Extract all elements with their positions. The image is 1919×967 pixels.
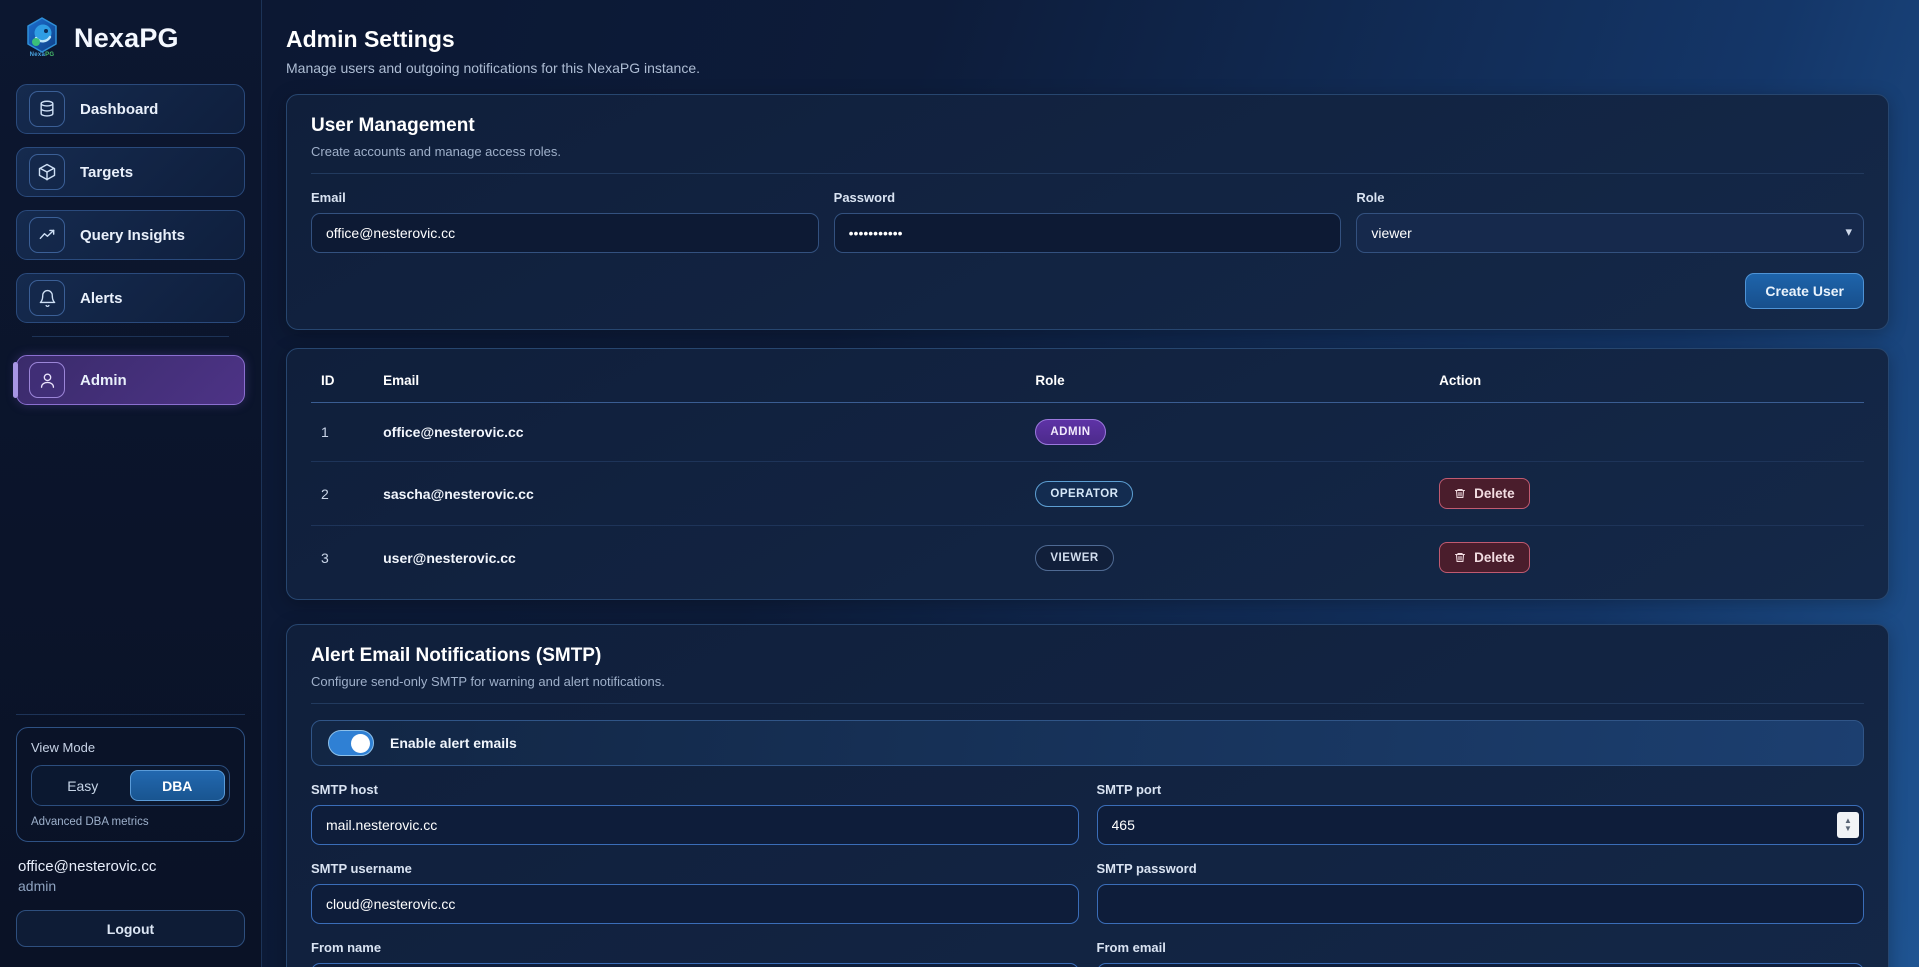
smtp-username-input[interactable] [311, 884, 1079, 924]
user-management-title: User Management [311, 115, 1864, 137]
user-email: sascha@nesterovic.cc [373, 462, 1025, 526]
person-icon [29, 362, 65, 398]
enable-alerts-row: Enable alert emails [311, 720, 1864, 766]
sidebar-item-label: Dashboard [80, 101, 158, 118]
user-id: 2 [311, 462, 373, 526]
role-badge: OPERATOR [1035, 481, 1133, 507]
from-name-input[interactable] [311, 963, 1079, 967]
table-header-row: ID Email Role Action [311, 357, 1864, 403]
create-user-button[interactable]: Create User [1745, 273, 1864, 309]
trash-icon [1454, 487, 1466, 500]
smtp-card: Alert Email Notifications (SMTP) Configu… [286, 624, 1889, 967]
sidebar-nav: Dashboard Targets Query Insights [0, 70, 261, 418]
column-header-email: Email [373, 357, 1025, 403]
smtp-username-label: SMTP username [311, 861, 1079, 876]
sidebar-item-label: Alerts [80, 290, 123, 307]
app-title: NexaPG [74, 23, 179, 54]
new-user-role-select[interactable]: viewer [1356, 213, 1864, 253]
bell-icon [29, 280, 65, 316]
delete-user-button[interactable]: Delete [1439, 542, 1530, 573]
user-email: office@nesterovic.cc [373, 403, 1025, 462]
current-user-role: admin [18, 878, 261, 894]
user-management-subtitle: Create accounts and manage access roles. [311, 144, 1864, 159]
column-header-role: Role [1025, 357, 1429, 403]
sidebar: NexaPG NexaPG Dashboard Tar [0, 0, 262, 967]
email-label: Email [311, 190, 819, 205]
view-mode-box: View Mode Easy DBA Advanced DBA metrics [16, 727, 245, 842]
user-email: user@nesterovic.cc [373, 526, 1025, 590]
sidebar-item-admin[interactable]: Admin [16, 355, 245, 405]
database-icon [29, 91, 65, 127]
card-divider [311, 173, 1864, 174]
smtp-subtitle: Configure send-only SMTP for warning and… [311, 674, 1864, 689]
app-logo-icon: NexaPG [22, 16, 62, 60]
sidebar-item-label: Targets [80, 164, 133, 181]
user-id: 1 [311, 403, 373, 462]
view-mode-switch: Easy DBA [31, 765, 230, 806]
sidebar-item-label: Query Insights [80, 227, 185, 244]
view-mode-easy-button[interactable]: Easy [36, 770, 130, 801]
number-spinner[interactable]: ▲▼ [1837, 812, 1859, 838]
smtp-port-label: SMTP port [1097, 782, 1865, 797]
column-header-id: ID [311, 357, 373, 403]
enable-alerts-label: Enable alert emails [390, 735, 517, 751]
smtp-password-label: SMTP password [1097, 861, 1865, 876]
current-user-email: office@nesterovic.cc [18, 858, 261, 875]
cube-icon [29, 154, 65, 190]
sidebar-item-alerts[interactable]: Alerts [16, 273, 245, 323]
from-email-label: From email [1097, 940, 1865, 955]
user-management-card: User Management Create accounts and mana… [286, 94, 1889, 330]
user-id: 3 [311, 526, 373, 590]
page-subtitle: Manage users and outgoing notifications … [286, 60, 1889, 76]
column-header-action: Action [1429, 357, 1864, 403]
delete-user-button[interactable]: Delete [1439, 478, 1530, 509]
page-title: Admin Settings [286, 26, 1889, 53]
from-email-input[interactable] [1097, 963, 1865, 967]
logout-button[interactable]: Logout [16, 910, 245, 947]
sidebar-bottom-divider [16, 714, 245, 715]
nav-divider [32, 336, 229, 337]
users-table: ID Email Role Action 1 office@nesterovic… [311, 357, 1864, 589]
smtp-title: Alert Email Notifications (SMTP) [311, 645, 1864, 667]
smtp-host-input[interactable] [311, 805, 1079, 845]
view-mode-dba-button[interactable]: DBA [130, 770, 226, 801]
smtp-password-input[interactable] [1097, 884, 1865, 924]
sidebar-item-targets[interactable]: Targets [16, 147, 245, 197]
app-logo-row: NexaPG NexaPG [0, 0, 261, 70]
table-row: 2 sascha@nesterovic.cc OPERATOR Delete [311, 462, 1864, 526]
chart-icon [29, 217, 65, 253]
smtp-host-label: SMTP host [311, 782, 1079, 797]
sidebar-item-query-insights[interactable]: Query Insights [16, 210, 245, 260]
new-user-password-input[interactable] [834, 213, 1342, 253]
from-name-label: From name [311, 940, 1079, 955]
enable-alerts-toggle[interactable] [328, 730, 374, 756]
role-label: Role [1356, 190, 1864, 205]
users-table-card: ID Email Role Action 1 office@nesterovic… [286, 348, 1889, 600]
trash-icon [1454, 551, 1466, 564]
role-badge: VIEWER [1035, 545, 1113, 571]
role-badge: ADMIN [1035, 419, 1105, 445]
sidebar-item-dashboard[interactable]: Dashboard [16, 84, 245, 134]
main-content: Admin Settings Manage users and outgoing… [262, 0, 1919, 967]
password-label: Password [834, 190, 1342, 205]
card-divider [311, 703, 1864, 704]
smtp-port-input[interactable] [1097, 805, 1865, 845]
view-mode-hint: Advanced DBA metrics [31, 816, 230, 828]
new-user-email-input[interactable] [311, 213, 819, 253]
table-row: 3 user@nesterovic.cc VIEWER Delete [311, 526, 1864, 590]
table-row: 1 office@nesterovic.cc ADMIN [311, 403, 1864, 462]
view-mode-label: View Mode [31, 740, 230, 755]
sidebar-item-label: Admin [80, 372, 127, 389]
